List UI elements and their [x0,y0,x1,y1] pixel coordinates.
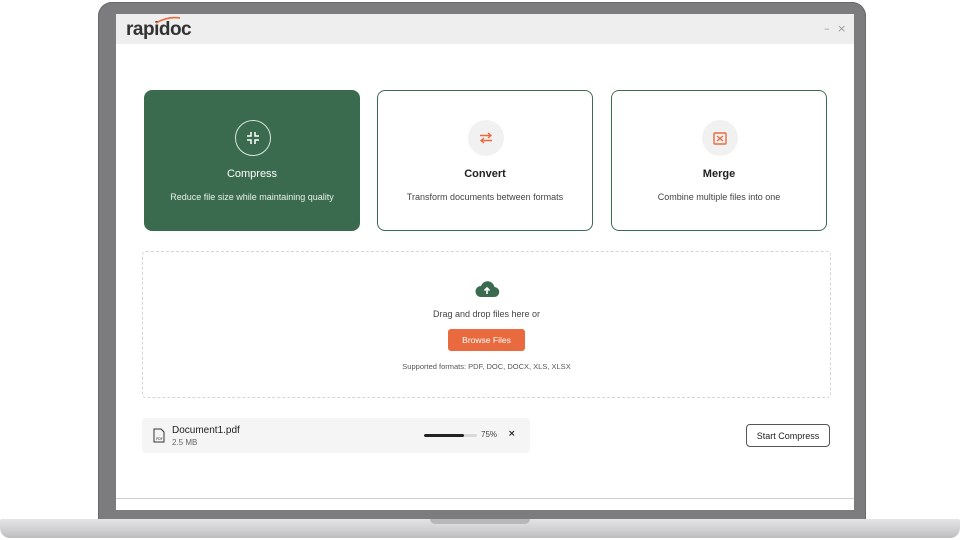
drop-prompt-text: Drag and drop files here or [432,309,541,319]
minimize-button[interactable]: – [824,22,830,35]
supported-formats-text: Supported formats: PDF, DOC, DOCX, XLS, … [402,362,571,371]
laptop-base-notch [430,519,530,524]
merge-card-description: Combine multiple files into one [657,192,781,202]
uploaded-file-row: PDF Document1.pdf 2.5 MB 75% × [142,418,530,453]
remove-file-button[interactable]: × [508,429,516,439]
convert-card-description: Transform documents between formats [406,192,564,202]
compress-icon [235,120,271,156]
pdf-file-icon: PDF [153,428,165,443]
upload-progress-bar [424,434,477,437]
convert-arrows-icon [468,120,504,156]
convert-card[interactable]: Convert Transform documents between form… [377,90,593,231]
title-bar: rapidoc – × [116,14,854,44]
merge-card[interactable]: Merge Combine multiple files into one [611,90,827,231]
file-size: 2.5 MB [172,438,198,447]
start-compress-button[interactable]: Start Compress [746,424,830,447]
merge-card-title: Merge [702,168,736,180]
browse-files-button[interactable]: Browse Files [448,329,525,351]
file-name: Document1.pdf [172,425,240,436]
compress-card-description: Reduce file size while maintaining quali… [170,192,334,202]
upload-progress-percent: 75% [481,430,498,439]
laptop-base [0,519,960,538]
app-window: rapidoc – × Compress Reduce file size wh… [116,14,854,510]
compress-card-title: Compress [226,168,278,180]
cloud-upload-icon [475,281,500,298]
upload-progress-fill [424,434,464,437]
close-window-button[interactable]: × [837,22,846,35]
merge-icon [702,120,738,156]
svg-text:PDF: PDF [156,437,163,441]
convert-card-title: Convert [464,168,506,180]
compress-card[interactable]: Compress Reduce file size while maintain… [144,90,360,231]
file-drop-zone[interactable]: Drag and drop files here or Browse Files… [142,251,831,398]
bottom-divider [116,498,854,499]
logo-swoosh-icon [155,16,181,24]
